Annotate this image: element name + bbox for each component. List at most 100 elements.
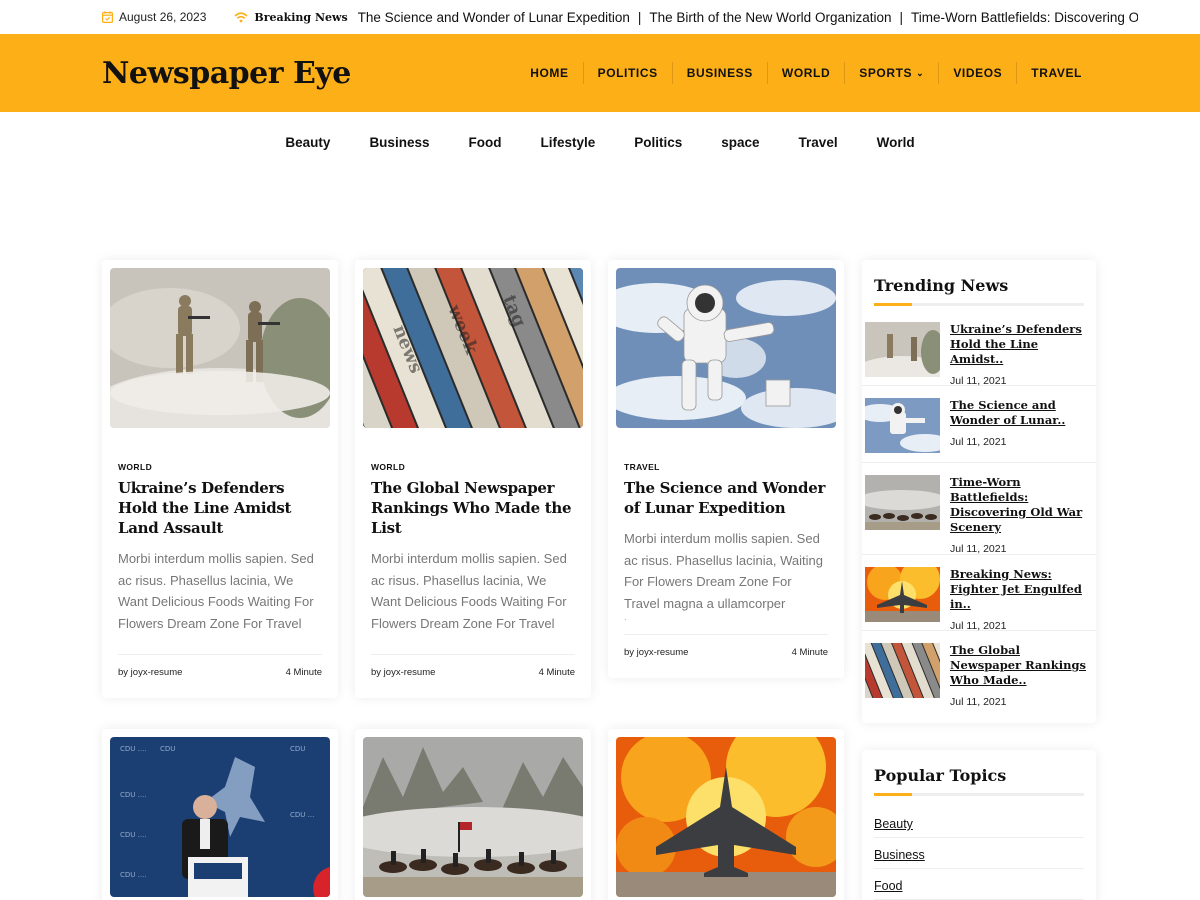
trending-thumbnail[interactable] (865, 475, 940, 530)
nav-politics[interactable]: POLITICS (584, 62, 673, 84)
category-link-lifestyle[interactable]: Lifestyle (540, 135, 595, 260)
article-read-time: 4 Minute (791, 647, 828, 658)
article-image-astronaut[interactable] (616, 268, 836, 428)
category-link-beauty[interactable]: Beauty (285, 135, 330, 260)
article-image-fighter-jet[interactable] (616, 737, 836, 897)
calendar-icon (102, 11, 113, 23)
main-nav: HOME POLITICS BUSINESS WORLD SPORTS ⌄ VID… (516, 62, 1098, 84)
article-image-politician[interactable]: CDU .... CDU CDU CDU .... CDU .... CDU ... CDU… (110, 737, 330, 897)
nav-label: BUSINESS (686, 66, 753, 80)
trending-date: Jul 11, 2021 (950, 620, 1007, 632)
svg-text:CDU ....: CDU .... (120, 871, 147, 879)
topic-link-food[interactable]: Food (874, 869, 1084, 900)
popular-topics-heading: Popular Topics (874, 766, 1007, 785)
heading-underline (874, 303, 1084, 306)
ticker-item[interactable]: The Science and Wonder of Lunar Expediti… (358, 10, 630, 25)
date-text: August 26, 2023 (119, 10, 207, 24)
trending-item[interactable]: Ukraine’s Defenders Hold the Line Amidst… (862, 322, 1096, 387)
nav-videos[interactable]: VIDEOS (939, 62, 1018, 84)
trending-title[interactable]: The Science and Wonder of Lunar.. (950, 398, 1088, 428)
trending-date: Jul 11, 2021 (950, 436, 1007, 448)
svg-text:CDU ...: CDU ... (290, 811, 314, 819)
main-content: WORLD Ukraine’s Defenders Hold the Line … (0, 260, 1200, 900)
article-author[interactable]: by joyx-resume (371, 667, 435, 678)
ticker-item[interactable]: The Birth of the New World Organization (649, 10, 891, 25)
svg-text:CDU ....: CDU .... (120, 745, 147, 753)
article-excerpt: Morbi interdum mollis sapien. Sed ac ris… (371, 551, 567, 631)
nav-travel[interactable]: TRAVEL (1017, 62, 1098, 84)
category-link-travel[interactable]: Travel (799, 135, 838, 260)
trending-title[interactable]: Ukraine’s Defenders Hold the Line Amidst… (950, 322, 1088, 367)
trending-item[interactable]: The Science and Wonder of Lunar.. Jul 11… (862, 398, 1096, 463)
site-logo[interactable]: Newspaper Eye (102, 56, 351, 91)
trending-title[interactable]: Time-Worn Battlefields: Discovering Old … (950, 475, 1088, 535)
ticker-separator: | (637, 9, 642, 25)
nav-world[interactable]: WORLD (768, 62, 846, 84)
popular-topics-widget: Popular Topics Beauty Business Food (862, 750, 1096, 900)
category-link-politics[interactable]: Politics (634, 135, 682, 260)
article-card: TRAVEL The Science and Wonder of Lunar E… (608, 260, 844, 678)
article-author[interactable]: by joyx-resume (118, 667, 182, 678)
trending-thumbnail[interactable] (865, 567, 940, 622)
article-image-newspapers[interactable]: news week tag (363, 268, 583, 428)
trending-item[interactable]: Breaking News: Fighter Jet Engulfed in..… (862, 567, 1096, 632)
article-meta: by joyx-resume 4 Minute (371, 654, 575, 690)
wifi-signal-icon (234, 11, 248, 22)
svg-text:CDU ....: CDU .... (120, 831, 147, 839)
category-link-business[interactable]: Business (369, 135, 429, 260)
nav-sports[interactable]: SPORTS ⌄ (845, 62, 940, 84)
trending-news-widget: Trending News Ukraine’s Defenders Hold t… (862, 260, 1096, 723)
date-display: August 26, 2023 (102, 10, 206, 24)
article-category[interactable]: WORLD (118, 462, 322, 472)
nav-label: HOME (530, 66, 569, 80)
nav-label: WORLD (781, 66, 831, 80)
breaking-news-label: Breaking News (254, 10, 348, 24)
article-author[interactable]: by joyx-resume (624, 647, 688, 658)
article-read-time: 4 Minute (538, 667, 575, 678)
article-image-soldiers[interactable] (110, 268, 330, 428)
trending-news-heading: Trending News (874, 276, 1009, 295)
article-title[interactable]: The Science and Wonder of Lunar Expediti… (624, 478, 828, 518)
category-link-food[interactable]: Food (468, 135, 501, 260)
category-link-world[interactable]: World (877, 135, 915, 260)
topic-link-beauty[interactable]: Beauty (874, 810, 1084, 838)
category-menu: Beauty Business Food Lifestyle Politics … (0, 112, 1200, 260)
article-excerpt: Morbi interdum mollis sapien. Sed ac ris… (624, 531, 823, 620)
trending-title[interactable]: Breaking News: Fighter Jet Engulfed in.. (950, 567, 1088, 612)
svg-text:CDU: CDU (290, 745, 305, 753)
svg-text:CDU ....: CDU .... (120, 791, 147, 799)
chevron-down-icon: ⌄ (916, 67, 925, 78)
article-title[interactable]: The Global Newspaper Rankings Who Made t… (371, 478, 575, 538)
category-link-space[interactable]: space (721, 135, 759, 260)
trending-thumbnail[interactable] (865, 322, 940, 377)
article-card: WORLD Ukraine’s Defenders Hold the Line … (102, 260, 338, 698)
news-ticker: The Science and Wonder of Lunar Expediti… (358, 10, 1138, 25)
trending-thumbnail[interactable] (865, 398, 940, 453)
article-category[interactable]: WORLD (371, 462, 575, 472)
trending-date: Jul 11, 2021 (950, 375, 1007, 387)
article-meta: by joyx-resume 4 Minute (624, 634, 828, 670)
article-image-battle[interactable] (363, 737, 583, 897)
article-card: news week tag WORLD The Global Newspaper… (355, 260, 591, 698)
trending-item[interactable]: The Global Newspaper Rankings Who Made..… (862, 643, 1096, 723)
svg-text:CDU: CDU (160, 745, 175, 753)
article-title[interactable]: Ukraine’s Defenders Hold the Line Amidst… (118, 478, 322, 538)
top-bar: August 26, 2023 Breaking News The Scienc… (0, 0, 1200, 34)
trending-item[interactable]: Time-Worn Battlefields: Discovering Old … (862, 475, 1096, 555)
trending-thumbnail[interactable] (865, 643, 940, 698)
trending-date: Jul 11, 2021 (950, 696, 1007, 708)
nav-label: POLITICS (597, 66, 658, 80)
trending-date: Jul 11, 2021 (950, 543, 1007, 555)
nav-business[interactable]: BUSINESS (673, 62, 768, 84)
trending-title[interactable]: The Global Newspaper Rankings Who Made.. (950, 643, 1088, 688)
article-card: CDU .... CDU CDU CDU .... CDU .... CDU ... CDU… (102, 729, 338, 900)
nav-home[interactable]: HOME (516, 62, 584, 84)
article-card (355, 729, 591, 900)
ticker-separator: | (899, 9, 904, 25)
topic-link-business[interactable]: Business (874, 838, 1084, 869)
article-meta: by joyx-resume 4 Minute (118, 654, 322, 690)
article-category[interactable]: TRAVEL (624, 462, 828, 472)
site-header: Newspaper Eye HOME POLITICS BUSINESS WOR… (0, 34, 1200, 112)
article-card (608, 729, 844, 900)
ticker-item[interactable]: Time-Worn Battlefields: Discovering Old … (911, 10, 1138, 25)
